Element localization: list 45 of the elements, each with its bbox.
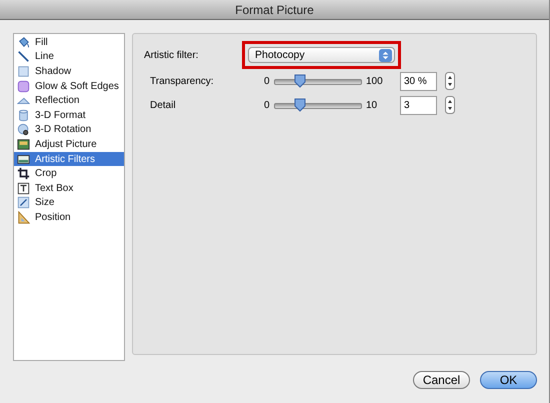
cancel-button[interactable]: Cancel <box>413 371 470 389</box>
window-title: Format Picture <box>235 2 314 16</box>
text-box-icon <box>17 182 30 195</box>
slider[interactable] <box>274 98 362 112</box>
min-label: 0 <box>264 76 271 86</box>
stepper-icon[interactable] <box>445 96 455 114</box>
max-label: 100 <box>365 76 384 86</box>
slider-label: Transparency: <box>149 76 215 86</box>
sidebar-item[interactable]: 3-D Format <box>14 108 124 123</box>
sidebar-item[interactable]: Shadow <box>14 64 124 79</box>
sidebar-item[interactable]: Text Box <box>14 180 124 196</box>
slider-label: Detail <box>149 100 177 110</box>
sphere-icon <box>17 123 30 136</box>
picture-icon <box>17 152 30 166</box>
ruler-icon <box>17 210 30 224</box>
max-label: 10 <box>365 100 378 110</box>
square-icon <box>17 80 30 93</box>
sidebar-item[interactable]: Position <box>14 210 124 225</box>
stepper-icon[interactable] <box>445 72 455 90</box>
sidebar-item[interactable]: Crop <box>14 166 124 181</box>
field-label: Artistic filter: <box>144 50 200 60</box>
slider[interactable] <box>274 74 362 88</box>
crop-icon <box>17 167 30 180</box>
sidebar-item[interactable]: Adjust Picture <box>14 137 124 152</box>
sidebar-item[interactable]: 3-D Rotation <box>14 122 124 138</box>
paint-bucket-icon <box>17 36 30 49</box>
sidebar-item[interactable]: Fill <box>14 35 124 50</box>
value-field[interactable]: 30 % <box>400 72 437 90</box>
cylinder-icon <box>17 108 30 122</box>
value-field[interactable]: 3 <box>400 96 437 114</box>
square-icon <box>17 64 30 78</box>
sidebar-item[interactable]: Glow & Soft Edges <box>14 78 124 94</box>
min-label: 0 <box>264 100 271 110</box>
sidebar-item[interactable]: Size <box>14 196 124 210</box>
stepper-arrows-icon <box>379 48 392 62</box>
resize-icon <box>17 196 30 210</box>
sidebar-item[interactable]: Artistic Filters <box>14 152 124 166</box>
picture-icon <box>17 138 30 151</box>
filter-dropdown[interactable]: Photocopy <box>248 47 395 63</box>
ok-button[interactable]: OK <box>480 371 537 389</box>
line-icon <box>17 50 30 64</box>
sidebar-item[interactable]: Reflection <box>14 93 124 108</box>
slider-thumb[interactable] <box>294 74 306 88</box>
sidebar-item[interactable]: Line <box>14 50 124 64</box>
slider-thumb[interactable] <box>294 98 306 112</box>
